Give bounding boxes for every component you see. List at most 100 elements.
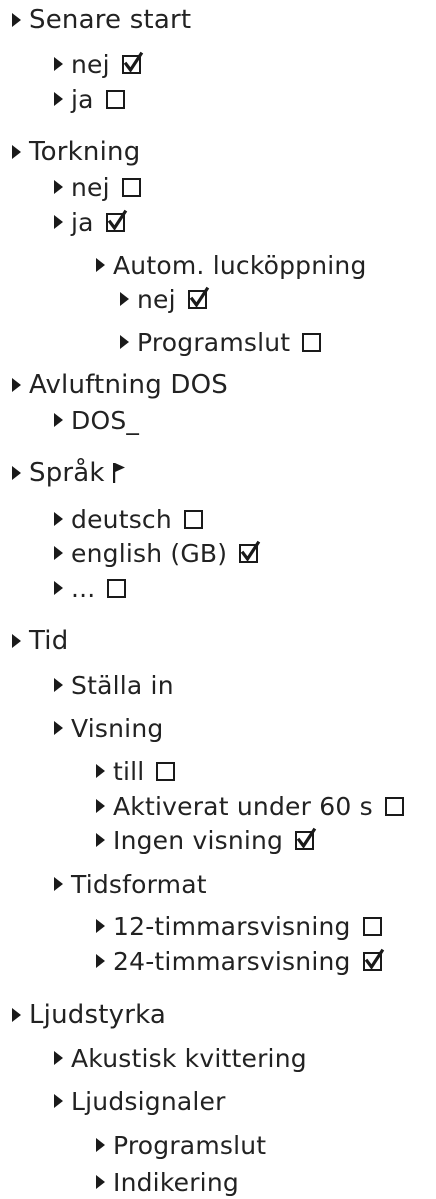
menu-item-label: till bbox=[113, 756, 145, 786]
arrow-right-icon bbox=[12, 1008, 21, 1022]
checkbox-unchecked-icon[interactable] bbox=[183, 509, 203, 529]
menu-item-label: ja bbox=[71, 207, 94, 237]
checkbox-checked-icon[interactable] bbox=[362, 948, 384, 971]
arrow-right-icon bbox=[54, 180, 63, 194]
menu-item-label: Ljudstyrka bbox=[29, 1000, 167, 1030]
settings-menu-tree: Senare start nej ja Torkning nej ja Autom. luc… bbox=[0, 0, 436, 1197]
arrow-right-icon bbox=[12, 634, 21, 648]
menu-item-tidsformat[interactable]: Tidsformat bbox=[54, 867, 207, 901]
menu-item-label: Språk bbox=[29, 458, 105, 488]
menu-item-ja[interactable]: ja bbox=[54, 82, 125, 116]
menu-item-label: Visning bbox=[71, 713, 164, 743]
menu-item-nej[interactable]: nej bbox=[54, 170, 141, 204]
arrow-right-icon bbox=[96, 1175, 105, 1189]
menu-item-label: Ställa in bbox=[71, 670, 174, 700]
arrow-right-icon bbox=[54, 1051, 63, 1065]
arrow-right-icon bbox=[96, 764, 105, 778]
menu-item-senare-start[interactable]: Senare start bbox=[12, 3, 191, 37]
menu-item-label: ... bbox=[71, 573, 96, 603]
menu-item-label: DOS_ bbox=[71, 405, 140, 435]
menu-item-label: Ingen visning bbox=[113, 825, 284, 855]
arrow-right-icon bbox=[54, 581, 63, 595]
arrow-right-icon bbox=[12, 13, 21, 27]
menu-item-akustisk-kvittering[interactable]: Akustisk kvittering bbox=[54, 1041, 307, 1075]
arrow-right-icon bbox=[54, 678, 63, 692]
checkbox-unchecked-icon[interactable] bbox=[384, 796, 404, 816]
arrow-right-icon bbox=[96, 1138, 105, 1152]
menu-item-label: Ljudsignaler bbox=[71, 1086, 226, 1116]
menu-item-deutsch[interactable]: deutsch bbox=[54, 502, 203, 536]
checkbox-unchecked-icon[interactable] bbox=[105, 89, 125, 109]
menu-item-label: Programslut bbox=[113, 1130, 267, 1160]
arrow-right-icon bbox=[54, 1094, 63, 1108]
arrow-right-icon bbox=[96, 258, 105, 272]
menu-item-label: Tidsformat bbox=[71, 869, 207, 899]
checkbox-unchecked-icon[interactable] bbox=[156, 761, 176, 781]
menu-item-label: nej bbox=[137, 284, 176, 314]
arrow-right-icon bbox=[96, 954, 105, 968]
menu-item-ställa-in[interactable]: Ställa in bbox=[54, 668, 174, 702]
arrow-right-icon bbox=[120, 292, 129, 306]
menu-item-label: Tid bbox=[29, 626, 69, 656]
menu-item-label: Aktiverat under 60 s bbox=[113, 791, 373, 821]
arrow-right-icon bbox=[12, 466, 21, 480]
arrow-right-icon bbox=[96, 799, 105, 813]
menu-item-nej[interactable]: nej bbox=[120, 282, 209, 316]
arrow-right-icon bbox=[12, 378, 21, 392]
menu-item-torkning[interactable]: Torkning bbox=[12, 135, 140, 169]
menu-item-label: ja bbox=[71, 84, 94, 114]
menu-item-avluftning-dos[interactable]: Avluftning DOS bbox=[12, 368, 228, 402]
menu-item-ljudstyrka[interactable]: Ljudstyrka bbox=[12, 998, 166, 1032]
menu-item-label: Avluftning DOS bbox=[29, 370, 228, 400]
menu-item-språk[interactable]: Språk bbox=[12, 456, 128, 490]
menu-item-label: 24-timmarsvisning bbox=[113, 946, 351, 976]
menu-item-label: Autom. lucköppning bbox=[113, 250, 367, 280]
arrow-right-icon bbox=[96, 919, 105, 933]
menu-item-till[interactable]: till bbox=[96, 754, 176, 788]
menu-item-label: Akustisk kvittering bbox=[71, 1043, 307, 1073]
menu-item-label: Senare start bbox=[29, 5, 192, 35]
menu-item-label: 12-timmarsvisning bbox=[113, 911, 351, 941]
menu-item-label: english (GB) bbox=[71, 538, 228, 568]
menu-item-12-timmarsvisning[interactable]: 12-timmarsvisning bbox=[96, 909, 382, 943]
arrow-right-icon bbox=[54, 546, 63, 560]
flag-icon bbox=[112, 462, 128, 484]
checkbox-checked-icon[interactable] bbox=[295, 827, 317, 850]
checkbox-checked-icon[interactable] bbox=[239, 540, 261, 563]
checkbox-unchecked-icon[interactable] bbox=[362, 916, 382, 936]
arrow-right-icon bbox=[120, 335, 129, 349]
menu-item-ingen-visning[interactable]: Ingen visning bbox=[96, 823, 317, 857]
arrow-right-icon bbox=[54, 92, 63, 106]
menu-item-nej[interactable]: nej bbox=[54, 47, 143, 81]
arrow-right-icon bbox=[96, 833, 105, 847]
menu-item-autom-lucköppning[interactable]: Autom. lucköppning bbox=[96, 248, 367, 282]
menu-item-ja[interactable]: ja bbox=[54, 205, 127, 239]
arrow-right-icon bbox=[54, 57, 63, 71]
menu-item-aktiverat-under-60-s[interactable]: Aktiverat under 60 s bbox=[96, 789, 404, 823]
menu-item-english-gb[interactable]: english (GB) bbox=[54, 536, 261, 570]
menu-item-visning[interactable]: Visning bbox=[54, 711, 163, 745]
menu-item-label: nej bbox=[71, 49, 110, 79]
menu-item-more[interactable]: ... bbox=[54, 571, 127, 605]
arrow-right-icon bbox=[12, 145, 21, 159]
menu-item-programslut[interactable]: Programslut bbox=[120, 325, 322, 359]
arrow-right-icon bbox=[54, 721, 63, 735]
menu-item-indikering[interactable]: Indikering bbox=[96, 1165, 239, 1199]
menu-item-ljudsignaler[interactable]: Ljudsignaler bbox=[54, 1084, 226, 1118]
checkbox-unchecked-icon[interactable] bbox=[121, 177, 141, 197]
checkbox-unchecked-icon[interactable] bbox=[107, 578, 127, 598]
menu-item-dos[interactable]: DOS_ bbox=[54, 403, 139, 437]
menu-item-label: Torkning bbox=[29, 137, 141, 167]
menu-item-24-timmarsvisning[interactable]: 24-timmarsvisning bbox=[96, 944, 384, 978]
checkbox-checked-icon[interactable] bbox=[105, 209, 127, 232]
checkbox-checked-icon[interactable] bbox=[121, 51, 143, 74]
menu-item-label: deutsch bbox=[71, 504, 172, 534]
menu-item-label: Indikering bbox=[113, 1167, 239, 1197]
arrow-right-icon bbox=[54, 877, 63, 891]
menu-item-label: nej bbox=[71, 172, 110, 202]
menu-item-programslut[interactable]: Programslut bbox=[96, 1128, 266, 1162]
checkbox-unchecked-icon[interactable] bbox=[302, 332, 322, 352]
menu-item-label: Programslut bbox=[137, 327, 291, 357]
menu-item-tid[interactable]: Tid bbox=[12, 624, 68, 658]
checkbox-checked-icon[interactable] bbox=[187, 286, 209, 309]
